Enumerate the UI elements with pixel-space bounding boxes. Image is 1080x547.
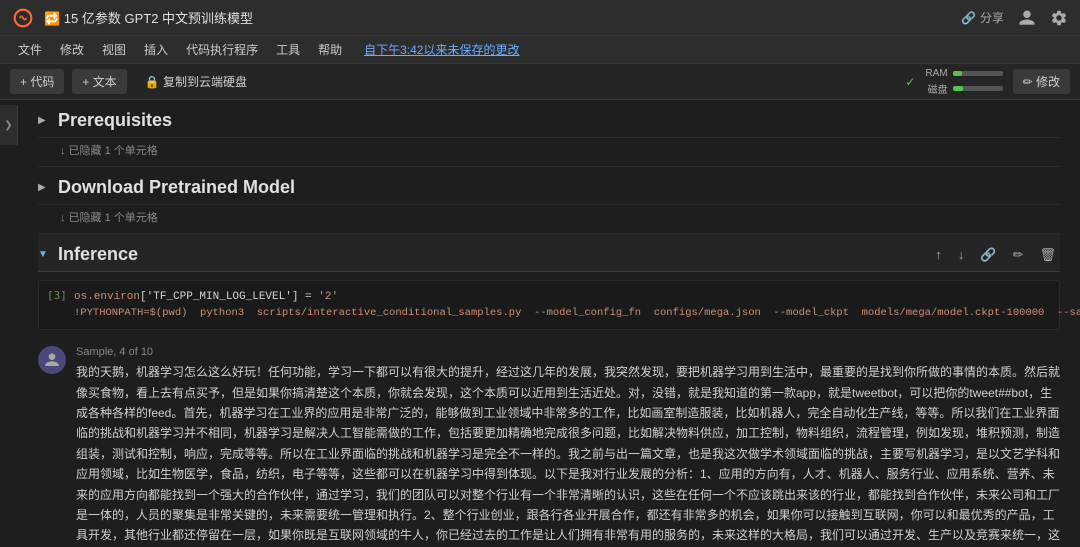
ram-bar: [953, 71, 1003, 76]
prerequisites-header[interactable]: ▶ Prerequisites ↑ ↓ 🔗 ✏ 🗑: [38, 100, 1060, 138]
prerequisites-collapse-icon: ▶: [38, 115, 50, 126]
download-collapsed-text: ↓ 已隐藏 1 个单元格: [38, 205, 1060, 234]
ram-ok-icon: ✓: [905, 75, 915, 89]
menu-view[interactable]: 视图: [94, 38, 134, 61]
code-bracket: ['TF_CPP_MIN_LOG_LEVEL'] =: [140, 291, 318, 303]
ram-row: RAM: [925, 68, 1002, 79]
output-content: Sample, 4 of 10 我的天鹅，机器学习怎么这么好玩！任何功能，学习一…: [76, 346, 1060, 547]
inference-header[interactable]: ▼ Inference ↑ ↓ 🔗 ✏ 🗑: [38, 234, 1060, 272]
prerequisites-delete-icon[interactable]: 🗑: [1039, 111, 1060, 131]
cell-number: [3]: [39, 281, 74, 329]
inference-delete-icon[interactable]: 🗑: [1035, 245, 1060, 265]
prerequisites-edit-icon[interactable]: ✏: [1017, 111, 1032, 131]
inference-actions: ↑ ↓ 🔗 ✏ 🗑: [931, 245, 1060, 265]
disk-label: 磁盘: [928, 81, 948, 96]
save-to-drive-button[interactable]: 🔒 复制到云端硬盘: [145, 73, 247, 90]
notebook-title: 🔁 15 亿参数 GPT2 中文预训练模型: [44, 8, 951, 27]
menu-help[interactable]: 帮助: [310, 38, 350, 61]
top-actions: 🔗 分享: [961, 9, 1068, 27]
main-content: ▶ Prerequisites ↑ ↓ 🔗 ✏ 🗑 ↓ 已隐藏 1 个单元格 ▶…: [18, 100, 1080, 547]
menu-bar: 文件 修改 视图 插入 代码执行程序 工具 帮助 自下午3:42以来未保存的更改: [0, 36, 1080, 64]
ram-label: RAM: [925, 68, 947, 79]
ram-bar-fill: [953, 71, 962, 76]
user-account-button[interactable]: [1018, 9, 1036, 27]
download-header[interactable]: ▶ Download Pretrained Model ↑ ↓ 🔗 ✏ 🗑: [38, 167, 1060, 205]
prerequisites-link-icon[interactable]: 🔗: [988, 111, 1008, 131]
inference-title: Inference: [58, 244, 138, 265]
menu-runtime[interactable]: 代码执行程序: [178, 38, 266, 61]
top-bar: 🔁 15 亿参数 GPT2 中文预训练模型 🔗 分享: [0, 0, 1080, 36]
output-cell: Sample, 4 of 10 我的天鹅，机器学习怎么这么好玩！任何功能，学习一…: [38, 338, 1060, 547]
download-edit-icon[interactable]: ✏: [1017, 178, 1032, 198]
inference-collapse-icon: ▼: [38, 249, 50, 260]
download-down-icon[interactable]: ↓: [970, 178, 981, 197]
code-line-1: os.environ['TF_CPP_MIN_LOG_LEVEL'] = '2': [74, 289, 1080, 306]
code-val: '2': [318, 291, 338, 303]
disk-row: 磁盘: [928, 81, 1003, 96]
inference-down-icon[interactable]: ↓: [954, 245, 969, 264]
edit-button[interactable]: ✏ 修改: [1013, 69, 1070, 94]
download-section: ▶ Download Pretrained Model ↑ ↓ 🔗 ✏ 🗑 ↓ …: [38, 167, 1060, 234]
menu-insert[interactable]: 插入: [136, 38, 176, 61]
download-title: Download Pretrained Model: [58, 177, 295, 198]
disk-bar-fill: [953, 86, 963, 91]
code-line-2: !PYTHONPATH=$(pwd) python3 scripts/inter…: [74, 306, 1080, 322]
add-code-button[interactable]: + 代码: [10, 69, 64, 94]
inference-edit-icon[interactable]: ✏: [1009, 245, 1028, 265]
add-text-button[interactable]: + 文本: [72, 69, 126, 94]
prerequisites-title: Prerequisites: [58, 110, 172, 131]
toolbar: + 代码 + 文本 🔒 复制到云端硬盘 ✓ RAM 磁盘 ✏ 修改: [0, 64, 1080, 100]
menu-edit[interactable]: 修改: [52, 38, 92, 61]
inference-up-icon[interactable]: ↑: [931, 245, 946, 264]
menu-file[interactable]: 文件: [10, 38, 50, 61]
avatar: [38, 346, 66, 374]
download-up-icon[interactable]: ↑: [951, 178, 962, 197]
download-link-icon[interactable]: 🔗: [988, 178, 1008, 198]
unsaved-changes-link[interactable]: 自下午3:42以来未保存的更改: [364, 41, 519, 58]
sidebar-toggle[interactable]: ❯: [0, 105, 18, 145]
prerequisites-up-icon[interactable]: ↑: [951, 111, 962, 130]
output-text: 我的天鹅，机器学习怎么这么好玩！任何功能，学习一下都可以有很大的提升，经过这几年…: [76, 362, 1060, 547]
sample-label: Sample, 4 of 10: [76, 346, 1060, 358]
prerequisites-collapsed-text: ↓ 已隐藏 1 个单元格: [38, 138, 1060, 167]
cell-code-content[interactable]: os.environ['TF_CPP_MIN_LOG_LEVEL'] = '2'…: [74, 281, 1080, 329]
prerequisites-section: ▶ Prerequisites ↑ ↓ 🔗 ✏ 🗑 ↓ 已隐藏 1 个单元格: [38, 100, 1060, 167]
share-icon: 🔗: [961, 11, 976, 25]
settings-button[interactable]: [1050, 9, 1068, 27]
inference-section: ▼ Inference ↑ ↓ 🔗 ✏ 🗑 [3] os.environ['TF…: [38, 234, 1060, 547]
menu-tools[interactable]: 工具: [268, 38, 308, 61]
prerequisites-down-icon[interactable]: ↓: [970, 111, 981, 130]
code-cell-3: [3] os.environ['TF_CPP_MIN_LOG_LEVEL'] =…: [38, 280, 1060, 330]
disk-bar: [953, 86, 1003, 91]
share-button[interactable]: 🔗 分享: [961, 9, 1004, 26]
toolbar-right: ✓ RAM 磁盘 ✏ 修改: [905, 68, 1070, 96]
download-delete-icon[interactable]: 🗑: [1039, 178, 1060, 198]
logo: [12, 7, 34, 29]
inference-link-icon[interactable]: 🔗: [976, 245, 1000, 265]
download-collapse-icon: ▶: [38, 182, 50, 193]
code-env: os.environ: [74, 291, 140, 303]
resource-indicator: RAM 磁盘: [925, 68, 1002, 96]
